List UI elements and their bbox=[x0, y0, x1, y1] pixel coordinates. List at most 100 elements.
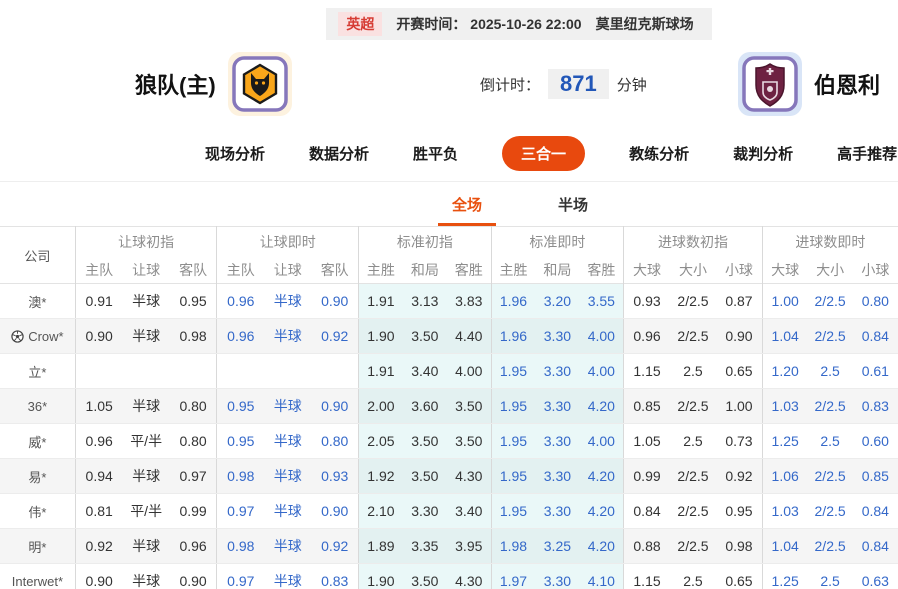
odds-cell: 3.30 bbox=[535, 564, 579, 589]
odds-cell: 0.80 bbox=[853, 284, 898, 319]
nav-tab-2[interactable]: 胜平负 bbox=[413, 143, 458, 164]
odds-cell: 0.61 bbox=[853, 354, 898, 389]
odds-cell bbox=[264, 354, 311, 389]
odds-cell: 1.03 bbox=[762, 494, 807, 529]
nav-tab-1[interactable]: 数据分析 bbox=[309, 143, 369, 164]
odds-cell: 1.20 bbox=[762, 354, 807, 389]
company-name: 易* bbox=[28, 470, 46, 485]
odds-cell: 1.90 bbox=[359, 319, 403, 354]
company-name: Crow* bbox=[28, 329, 63, 344]
odds-cell: 0.94 bbox=[75, 459, 122, 494]
company-cell: 易* bbox=[0, 459, 75, 494]
home-team-name: 狼队(主) bbox=[135, 68, 216, 100]
odds-cell: 0.60 bbox=[853, 424, 898, 459]
table-row: Crow*0.90半球0.980.96半球0.921.903.504.401.9… bbox=[0, 319, 898, 354]
col-header: 大球 bbox=[762, 257, 807, 284]
nav-tabs: 现场分析 数据分析 胜平负 三合一 教练分析 裁判分析 高手推荐 bbox=[0, 128, 898, 182]
odds-cell: 0.80 bbox=[170, 424, 217, 459]
company-name: 伟* bbox=[28, 505, 46, 520]
odds-cell bbox=[217, 354, 264, 389]
period-subtabs: 全场 半场 bbox=[0, 182, 898, 226]
odds-cell: 0.85 bbox=[853, 459, 898, 494]
odds-cell: 2/2.5 bbox=[808, 389, 853, 424]
odds-cell: 0.93 bbox=[624, 284, 670, 319]
table-row: 威*0.96平/半0.800.95半球0.802.053.503.501.953… bbox=[0, 424, 898, 459]
odds-cell: 3.13 bbox=[403, 284, 447, 319]
odds-cell: 0.99 bbox=[170, 494, 217, 529]
odds-cell: 1.95 bbox=[491, 354, 535, 389]
league-badge: 英超 bbox=[338, 12, 382, 36]
odds-cell bbox=[75, 354, 122, 389]
odds-cell: 3.30 bbox=[535, 354, 579, 389]
col-header: 和局 bbox=[403, 257, 447, 284]
odds-cell: 0.83 bbox=[311, 564, 358, 589]
odds-cell: 3.30 bbox=[403, 494, 447, 529]
countdown-label: 倒计时： bbox=[480, 74, 540, 95]
nav-tab-4[interactable]: 教练分析 bbox=[629, 143, 689, 164]
odds-cell: 半球 bbox=[123, 459, 170, 494]
odds-cell: 0.90 bbox=[311, 284, 358, 319]
odds-cell: 1.95 bbox=[491, 494, 535, 529]
odds-cell: 3.30 bbox=[535, 319, 579, 354]
odds-cell: 0.92 bbox=[311, 319, 358, 354]
nav-tab-0[interactable]: 现场分析 bbox=[205, 143, 265, 164]
group-header-std-init: 标准初指 bbox=[359, 227, 492, 257]
col-header: 主胜 bbox=[359, 257, 403, 284]
company-name: 威* bbox=[28, 435, 46, 450]
odds-cell: 0.91 bbox=[75, 284, 122, 319]
odds-cell bbox=[311, 354, 358, 389]
odds-cell: 0.98 bbox=[716, 529, 762, 564]
odds-cell: 1.97 bbox=[491, 564, 535, 589]
odds-cell: 4.20 bbox=[579, 494, 623, 529]
odds-cell: 0.93 bbox=[311, 459, 358, 494]
wolves-crest-icon bbox=[228, 52, 292, 116]
subtab-0[interactable]: 全场 bbox=[438, 194, 496, 226]
odds-cell: 0.73 bbox=[716, 424, 762, 459]
odds-cell: 1.95 bbox=[491, 459, 535, 494]
odds-cell: 3.50 bbox=[447, 389, 491, 424]
odds-cell: 平/半 bbox=[123, 424, 170, 459]
odds-cell: 2/2.5 bbox=[808, 319, 853, 354]
odds-cell: 0.97 bbox=[217, 564, 264, 589]
odds-cell: 0.90 bbox=[75, 319, 122, 354]
col-header: 大小 bbox=[808, 257, 853, 284]
odds-cell: 3.35 bbox=[403, 529, 447, 564]
odds-cell: 3.95 bbox=[447, 529, 491, 564]
odds-cell: 2/2.5 bbox=[808, 284, 853, 319]
odds-cell: 半球 bbox=[264, 564, 311, 589]
nav-tab-3[interactable]: 三合一 bbox=[502, 136, 585, 171]
col-header: 小球 bbox=[716, 257, 762, 284]
company-cell: 立* bbox=[0, 354, 75, 389]
countdown-value: 871 bbox=[548, 69, 609, 99]
odds-cell: 1.91 bbox=[359, 354, 403, 389]
table-row: 36*1.05半球0.800.95半球0.902.003.603.501.953… bbox=[0, 389, 898, 424]
subtab-1[interactable]: 半场 bbox=[544, 194, 602, 226]
odds-cell: 3.50 bbox=[403, 424, 447, 459]
odds-cell: 0.80 bbox=[311, 424, 358, 459]
odds-cell: 0.96 bbox=[217, 319, 264, 354]
nav-tab-5[interactable]: 裁判分析 bbox=[733, 143, 793, 164]
odds-cell: 3.30 bbox=[535, 494, 579, 529]
col-header: 让球 bbox=[123, 257, 170, 284]
odds-cell: 半球 bbox=[264, 319, 311, 354]
group-header-goals-live: 进球数即时 bbox=[762, 227, 898, 257]
away-team: 伯恩利 bbox=[738, 52, 880, 116]
nav-tab-6[interactable]: 高手推荐 bbox=[837, 143, 897, 164]
odds-cell: 1.25 bbox=[762, 564, 807, 589]
odds-cell: 1.06 bbox=[762, 459, 807, 494]
odds-cell: 2.5 bbox=[670, 564, 716, 589]
odds-cell: 0.98 bbox=[217, 529, 264, 564]
odds-cell: 2.5 bbox=[808, 424, 853, 459]
odds-cell: 0.90 bbox=[170, 564, 217, 589]
odds-cell: 3.40 bbox=[447, 494, 491, 529]
meta-bar-wrap: 英超 开赛时间： 2025-10-26 22:00 莫里纽克斯球场 bbox=[0, 0, 898, 40]
odds-cell: 2/2.5 bbox=[808, 459, 853, 494]
odds-cell: 4.20 bbox=[579, 389, 623, 424]
odds-cell: 3.50 bbox=[403, 459, 447, 494]
odds-cell: 半球 bbox=[123, 529, 170, 564]
odds-cell: 1.00 bbox=[716, 389, 762, 424]
odds-cell: 1.04 bbox=[762, 319, 807, 354]
odds-cell: 0.87 bbox=[716, 284, 762, 319]
company-name: 明* bbox=[28, 540, 46, 555]
odds-cell: 2.10 bbox=[359, 494, 403, 529]
